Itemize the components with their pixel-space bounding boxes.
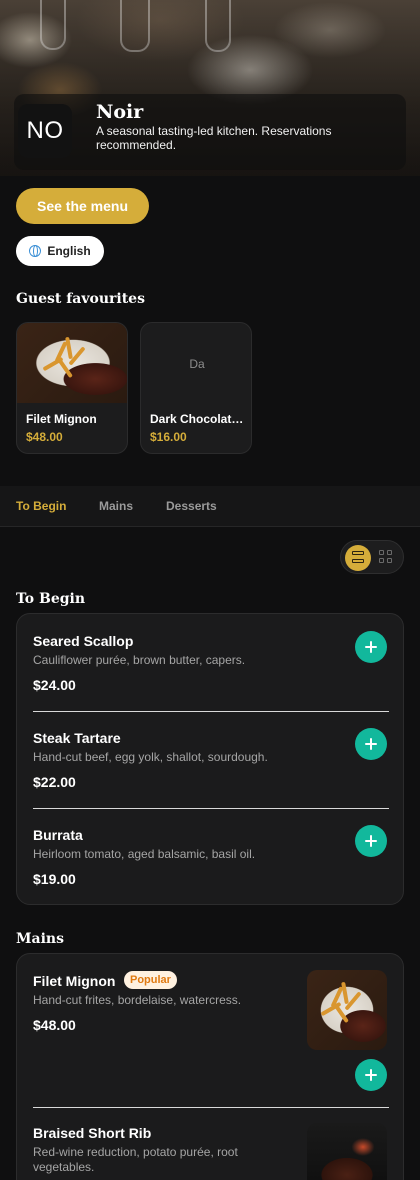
item-description: Red-wine reduction, potato purée, root v… bbox=[33, 1145, 238, 1174]
list-view-icon[interactable] bbox=[345, 545, 371, 571]
add-button[interactable] bbox=[355, 631, 387, 663]
add-button[interactable] bbox=[355, 728, 387, 760]
add-button[interactable] bbox=[355, 1059, 387, 1091]
menu-section-card: Filet Mignon Popular Hand-cut frites, bo… bbox=[16, 953, 404, 1180]
view-toggle bbox=[340, 540, 404, 574]
menu-item[interactable]: Filet Mignon Popular Hand-cut frites, bo… bbox=[17, 954, 403, 1107]
tab-mains[interactable]: Mains bbox=[99, 499, 133, 513]
item-title: Burrata bbox=[33, 827, 83, 843]
grid-view-icon[interactable] bbox=[379, 550, 393, 564]
item-price: $19.00 bbox=[33, 871, 76, 887]
item-description: Cauliflower purée, brown butter, capers. bbox=[33, 653, 246, 667]
language-label: English bbox=[47, 244, 91, 258]
menu-item[interactable]: Steak Tartare Hand-cut beef, egg yolk, s… bbox=[17, 711, 403, 808]
favourite-price: $48.00 bbox=[26, 430, 63, 444]
popular-badge: Popular bbox=[124, 971, 177, 989]
language-button[interactable]: English bbox=[16, 236, 104, 266]
section-heading: To Begin bbox=[16, 591, 86, 607]
short-rib-thumbnail bbox=[307, 1123, 387, 1180]
image-placeholder: Da bbox=[189, 357, 205, 371]
tab-to-begin[interactable]: To Begin bbox=[16, 499, 66, 513]
favourite-name: Dark Chocolate Fondant bbox=[150, 412, 246, 426]
section-heading: Mains bbox=[16, 931, 64, 947]
item-price: $48.00 bbox=[33, 1017, 76, 1033]
favourite-name: Filet Mignon bbox=[26, 412, 97, 426]
favourite-card[interactable]: Filet Mignon $48.00 bbox=[16, 322, 128, 454]
favourite-card[interactable]: Da Dark Chocolate Fondant $16.00 bbox=[140, 322, 252, 454]
restaurant-logo: NO bbox=[18, 104, 72, 158]
menu-section-card: Seared Scallop Cauliflower purée, brown … bbox=[16, 613, 404, 905]
item-price: $24.00 bbox=[33, 677, 76, 693]
menu-item[interactable]: Braised Short Rib Red-wine reduction, po… bbox=[17, 1107, 403, 1180]
tab-desserts[interactable]: Desserts bbox=[166, 499, 217, 513]
item-title: Filet Mignon bbox=[33, 973, 116, 989]
restaurant-name: Noir bbox=[96, 101, 144, 123]
favourites-heading: Guest favourites bbox=[16, 291, 145, 307]
menu-item[interactable]: Burrata Heirloom tomato, aged balsamic, … bbox=[17, 808, 403, 904]
item-title: Steak Tartare bbox=[33, 730, 121, 746]
plus-icon bbox=[365, 1069, 377, 1081]
globe-icon bbox=[29, 245, 42, 257]
item-description: Hand-cut frites, bordelaise, watercress. bbox=[33, 993, 242, 1007]
item-description: Hand-cut beef, egg yolk, shallot, sourdo… bbox=[33, 750, 268, 764]
filet-mignon-thumbnail bbox=[307, 970, 387, 1050]
plus-icon bbox=[365, 738, 377, 750]
item-price: $22.00 bbox=[33, 774, 76, 790]
category-tabs: To Begin Mains Desserts bbox=[0, 486, 420, 527]
item-title: Braised Short Rib bbox=[33, 1125, 152, 1141]
add-button[interactable] bbox=[355, 825, 387, 857]
menu-item[interactable]: Seared Scallop Cauliflower purée, brown … bbox=[17, 614, 403, 711]
favourite-price: $16.00 bbox=[150, 430, 187, 444]
plus-icon bbox=[365, 641, 377, 653]
restaurant-description: A seasonal tasting-led kitchen. Reservat… bbox=[96, 124, 332, 152]
filet-mignon-photo bbox=[17, 323, 127, 403]
item-description: Heirloom tomato, aged balsamic, basil oi… bbox=[33, 847, 256, 861]
plus-icon bbox=[365, 835, 377, 847]
item-title: Seared Scallop bbox=[33, 633, 134, 649]
see-menu-button[interactable]: See the menu bbox=[16, 188, 149, 224]
